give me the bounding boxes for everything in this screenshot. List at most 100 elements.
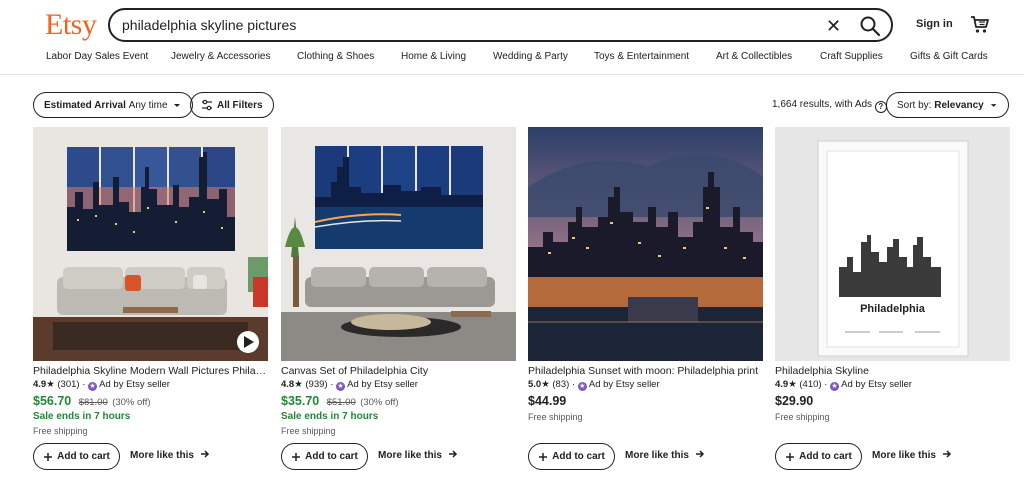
shipping-note: Free shipping xyxy=(281,426,336,436)
plus-icon xyxy=(292,452,301,461)
review-count: (301) xyxy=(57,379,80,390)
add-to-cart-label: Add to cart xyxy=(552,451,605,462)
arrow-right-icon xyxy=(695,450,704,458)
card-actions: Add to cart More like this xyxy=(528,443,763,471)
more-like-label: More like this xyxy=(378,450,442,461)
product-title[interactable]: Philadelphia Sunset with moon: Philadelp… xyxy=(528,364,763,378)
product-title[interactable]: Philadelphia Skyline Modern Wall Picture… xyxy=(33,364,268,378)
product-rating: 4.8★ (939) · ★ Ad by Etsy seller xyxy=(281,379,418,391)
arrow-right-icon xyxy=(448,450,457,458)
sort-dropdown[interactable]: Sort by: Relevancy xyxy=(886,92,1009,118)
ad-badge-icon: ★ xyxy=(336,382,346,391)
nav-clothing[interactable]: Clothing & Shoes xyxy=(297,51,374,62)
plus-icon xyxy=(539,452,548,461)
product-rating: 5.0★ (83) · ★ Ad by Etsy seller xyxy=(528,379,660,391)
more-like-label: More like this xyxy=(872,450,936,461)
review-count: (410) xyxy=(799,379,822,390)
product-card[interactable]: Philadelphia Sunset with moon: Philadelp… xyxy=(528,127,763,470)
ad-badge-icon: ★ xyxy=(577,382,587,391)
nav-wedding[interactable]: Wedding & Party xyxy=(493,51,568,62)
nav-toys[interactable]: Toys & Entertainment xyxy=(594,51,689,62)
sort-label: Sort by: xyxy=(897,99,932,111)
sign-in-link[interactable]: Sign in xyxy=(916,18,953,30)
arrow-right-icon xyxy=(942,450,951,458)
product-image[interactable] xyxy=(33,127,268,361)
etsy-logo[interactable]: Etsy xyxy=(45,8,97,42)
add-to-cart-label: Add to cart xyxy=(799,451,852,462)
rating-value: 5.0 xyxy=(528,379,542,390)
product-rating: 4.9★ (301) · ★ Ad by Etsy seller xyxy=(33,379,170,391)
shipping-note: Free shipping xyxy=(775,412,830,422)
product-title[interactable]: Canvas Set of Philadelphia City xyxy=(281,364,516,378)
results-text: 1,664 results, with Ads xyxy=(772,99,873,110)
product-card[interactable]: Philadelphia Skyline Modern Wall Picture… xyxy=(33,127,268,470)
plus-icon xyxy=(44,452,53,461)
price-row: $56.70 $81.00 (30% off) xyxy=(33,392,268,410)
sale-price: $35.70 xyxy=(281,394,320,408)
header-divider xyxy=(0,74,1024,75)
star-icon: ★ xyxy=(46,379,55,390)
search-icon[interactable] xyxy=(858,14,882,38)
more-like-label: More like this xyxy=(625,450,689,461)
price: $29.90 xyxy=(775,394,814,408)
ad-badge-icon: ★ xyxy=(88,382,98,391)
results-count: 1,664 results, with Ads ? xyxy=(772,99,887,113)
add-to-cart-button[interactable]: Add to cart xyxy=(281,443,368,470)
card-actions: Add to cart More like this xyxy=(281,443,516,471)
ad-label: Ad by Etsy seller xyxy=(347,379,418,390)
nav-gifts[interactable]: Gifts & Gift Cards xyxy=(910,51,988,62)
card-actions: Add to cart More like this xyxy=(775,443,1010,471)
nav-art[interactable]: Art & Collectibles xyxy=(716,51,792,62)
review-count: (83) xyxy=(552,379,570,390)
arrow-right-icon xyxy=(200,450,209,458)
discount-percent: (30% off) xyxy=(112,397,151,408)
ad-label: Ad by Etsy seller xyxy=(99,379,170,390)
add-to-cart-label: Add to cart xyxy=(57,451,110,462)
rating-value: 4.8 xyxy=(281,379,295,390)
price-row: $44.99 xyxy=(528,392,763,410)
clear-icon[interactable]: ✕ xyxy=(826,16,841,37)
product-card[interactable]: Philadelphia Philadelphia Skyline 4.9★ (… xyxy=(775,127,1010,470)
more-like-this-link[interactable]: More like this xyxy=(130,449,210,461)
discount-percent: (30% off) xyxy=(360,397,399,408)
chevron-down-icon xyxy=(990,104,997,107)
star-icon: ★ xyxy=(788,379,797,390)
original-price: $51.00 xyxy=(326,397,356,408)
cart-icon[interactable] xyxy=(970,14,990,34)
nav-labor-day[interactable]: Labor Day Sales Event xyxy=(46,51,148,62)
plus-icon xyxy=(786,452,795,461)
add-to-cart-button[interactable]: Add to cart xyxy=(528,443,615,470)
nav-craft[interactable]: Craft Supplies xyxy=(820,51,883,62)
arrival-value: Any time xyxy=(128,99,168,111)
add-to-cart-button[interactable]: Add to cart xyxy=(33,443,120,470)
product-image[interactable] xyxy=(528,127,763,361)
nav-home-living[interactable]: Home & Living xyxy=(401,51,466,62)
product-image[interactable]: Philadelphia xyxy=(775,127,1010,361)
product-card[interactable]: Canvas Set of Philadelphia City 4.8★ (93… xyxy=(281,127,516,470)
all-filters-label: All Filters xyxy=(217,99,263,111)
product-title[interactable]: Philadelphia Skyline xyxy=(775,364,1010,378)
estimated-arrival-dropdown[interactable]: Estimated Arrival Any time xyxy=(33,92,193,118)
sort-value: Relevancy xyxy=(934,99,984,111)
nav-jewelry[interactable]: Jewelry & Accessories xyxy=(171,51,270,62)
more-like-label: More like this xyxy=(130,450,194,461)
sale-price: $56.70 xyxy=(33,394,72,408)
star-icon: ★ xyxy=(541,379,550,390)
all-filters-button[interactable]: All Filters xyxy=(190,92,274,118)
search-bar[interactable]: philadelphia skyline pictures ✕ xyxy=(108,8,893,42)
price-row: $35.70 $51.00 (30% off) xyxy=(281,392,516,410)
category-nav: Labor Day Sales Event Jewelry & Accessor… xyxy=(0,51,1024,71)
sale-ends: Sale ends in 7 hours xyxy=(33,411,131,422)
more-like-this-link[interactable]: More like this xyxy=(872,449,952,461)
chevron-down-icon xyxy=(173,104,180,107)
more-like-this-link[interactable]: More like this xyxy=(625,449,705,461)
card-actions: Add to cart More like this xyxy=(33,443,268,471)
ad-label: Ad by Etsy seller xyxy=(841,379,912,390)
add-to-cart-label: Add to cart xyxy=(305,451,358,462)
add-to-cart-button[interactable]: Add to cart xyxy=(775,443,862,470)
search-input[interactable]: philadelphia skyline pictures xyxy=(122,17,296,33)
price-row: $29.90 xyxy=(775,392,1010,410)
more-like-this-link[interactable]: More like this xyxy=(378,449,458,461)
product-image[interactable] xyxy=(281,127,516,361)
help-icon[interactable]: ? xyxy=(874,101,887,113)
